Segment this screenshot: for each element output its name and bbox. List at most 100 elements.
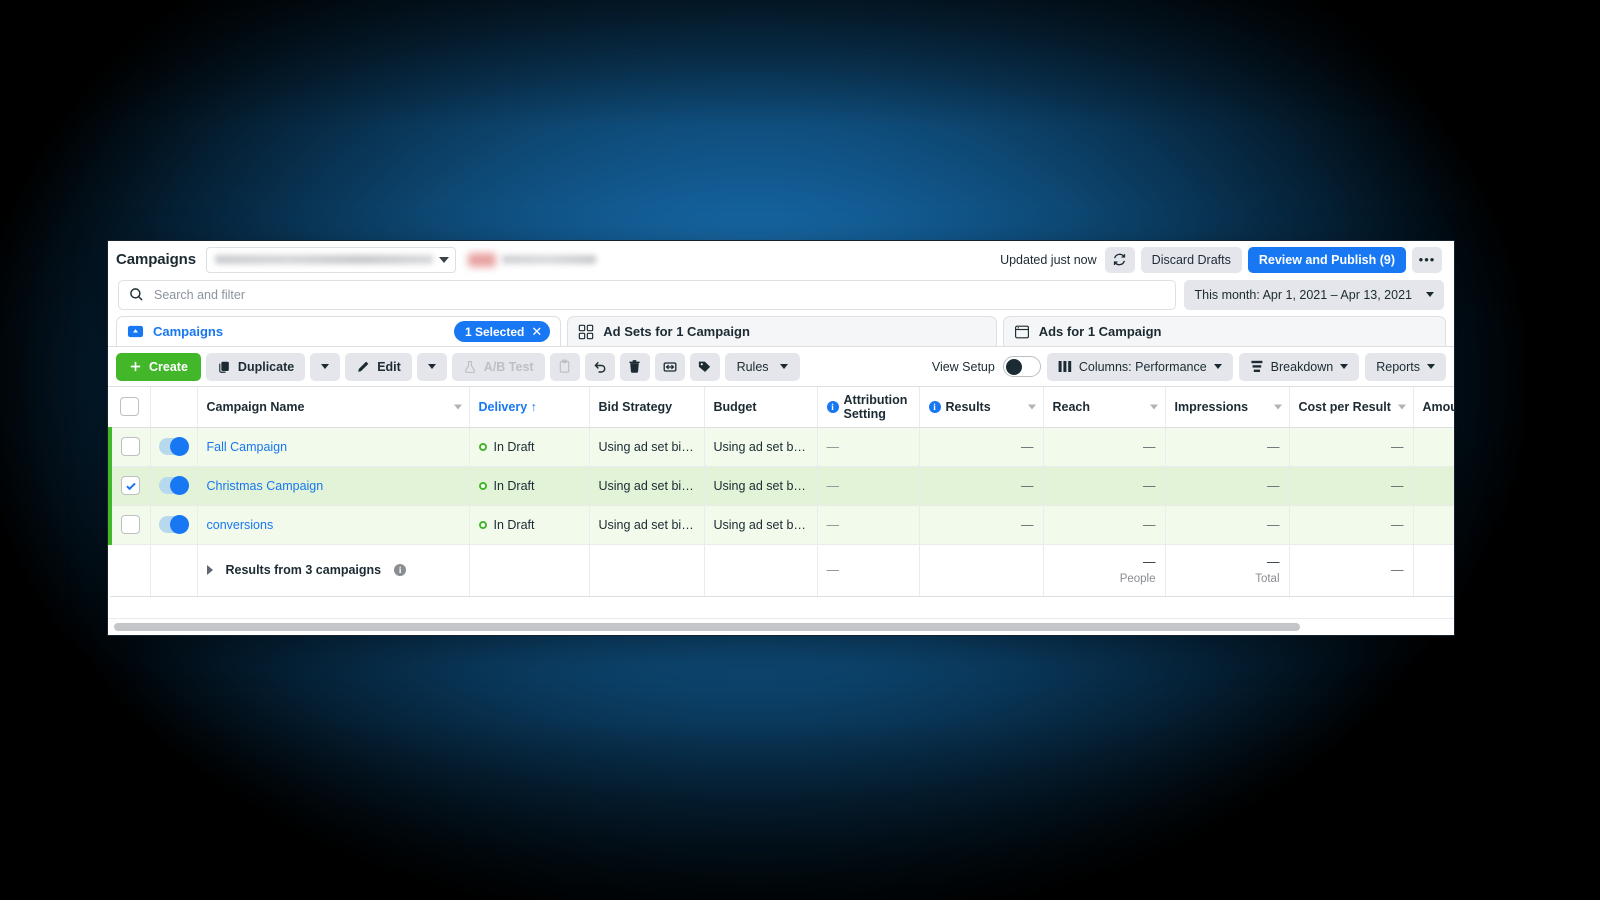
chevron-right-icon[interactable] [206,565,213,575]
delivery-label: In Draft [493,478,535,493]
edit-button[interactable]: Edit [345,352,412,381]
table-row[interactable]: Christmas Campaign In Draft Using ad set… [108,466,1454,506]
cell-campaign-name[interactable]: Christmas Campaign [197,466,470,506]
tab-campaigns[interactable]: Campaigns 1 Selected ✕ [116,316,562,346]
header-amount-spent[interactable]: Amoun [1413,387,1454,428]
date-range-picker[interactable]: This month: Apr 1, 2021 – Apr 13, 2021 [1184,279,1444,310]
row-select-cell[interactable] [108,466,151,506]
search-input[interactable]: Search and filter [118,279,1177,310]
undo-button[interactable] [584,352,615,381]
reports-button[interactable]: Reports [1365,352,1446,381]
campaign-on-off-toggle[interactable] [158,476,189,495]
summary-amount-spent [1413,544,1454,597]
campaign-on-off-toggle[interactable] [158,437,189,456]
chevron-down-icon[interactable] [453,404,462,410]
summary-reach: — People [1043,544,1166,597]
review-and-publish-button[interactable]: Review and Publish (9) [1247,246,1406,273]
account-summary-redacted[interactable] [467,250,596,270]
campaign-name-link[interactable]: Christmas Campaign [207,479,324,493]
header-attribution-setting-label: Attribution Setting [843,392,908,421]
chevron-down-icon [779,364,788,369]
cell-reach: — [1043,427,1166,467]
campaigns-table: Campaign Name Delivery ↑ Bid Strategy Bu… [108,387,1454,597]
header-campaign-name[interactable]: Campaign Name [197,387,470,428]
tab-ads[interactable]: Ads for 1 Campaign [1002,316,1446,346]
row-status-toggle-cell[interactable] [150,505,198,545]
edit-dropdown-button[interactable] [416,352,447,381]
campaign-name-link[interactable]: conversions [207,518,274,532]
header-results-label: Results [945,399,991,414]
toggle-knob [1005,358,1022,375]
info-icon[interactable]: i [826,400,839,413]
cell-bid-strategy: Using ad set bid... [589,505,705,545]
tab-ad-sets[interactable]: Ad Sets for 1 Campaign [567,316,997,346]
columns-button[interactable]: Columns: Performance [1046,352,1233,381]
selection-badge[interactable]: 1 Selected ✕ [453,321,551,342]
summary-delivery-cell [469,544,590,597]
campaign-on-off-toggle[interactable] [158,515,189,534]
discard-drafts-button[interactable]: Discard Drafts [1140,246,1242,273]
duplicate-button[interactable]: Duplicate [205,352,306,381]
row-status-toggle-cell[interactable] [150,427,198,467]
row-select-cell[interactable] [108,505,151,545]
close-icon[interactable]: ✕ [531,324,542,340]
cell-budget: Using ad set bu... [704,466,818,506]
campaigns-table-body: Fall Campaign In Draft Using ad set bid.… [108,427,1454,597]
duplicate-dropdown-button[interactable] [310,352,341,381]
breakdown-icon [1251,360,1263,372]
create-button[interactable]: Create [116,352,201,381]
select-all-checkbox[interactable] [120,397,140,417]
account-label-redacted [501,255,596,264]
header-impressions[interactable]: Impressions [1165,387,1290,428]
header-campaign-name-label: Campaign Name [206,399,305,414]
breakdown-button[interactable]: Breakdown [1238,352,1360,381]
summary-label-cell[interactable]: Results from 3 campaigns i [197,544,470,597]
view-setup-toggle[interactable] [1002,356,1041,377]
row-checkbox[interactable] [121,515,141,534]
row-status-toggle-cell[interactable] [150,466,198,506]
more-options-button[interactable]: ••• [1412,246,1442,273]
delete-button[interactable] [619,352,650,381]
header-bid-strategy[interactable]: Bid Strategy [589,387,705,428]
info-icon[interactable]: i [928,400,941,413]
pencil-icon [358,361,369,372]
duplicate-label: Duplicate [237,359,295,374]
rules-label: Rules [736,359,769,374]
tag-button[interactable] [689,352,720,381]
trash-icon [629,360,640,373]
draft-status-icon [478,520,487,529]
chevron-down-icon[interactable] [1027,404,1036,410]
chevron-down-icon [1340,364,1349,369]
header-cost-per-result-label: Cost per Result [1298,399,1391,414]
account-selector[interactable] [205,246,456,273]
rules-button[interactable]: Rules [724,352,800,381]
select-all-header[interactable] [110,387,151,428]
export-button[interactable] [654,352,685,381]
summary-select-cell [110,544,151,597]
header-budget[interactable]: Budget [704,387,818,428]
avatar [467,252,496,267]
row-select-cell[interactable] [108,427,151,467]
header-attribution-setting[interactable]: i Attribution Setting [817,387,920,428]
scrollbar-thumb[interactable] [114,623,1300,631]
header-reach[interactable]: Reach [1043,387,1166,428]
horizontal-scrollbar[interactable] [108,618,1454,635]
header-impressions-label: Impressions [1174,399,1249,414]
campaign-name-link[interactable]: Fall Campaign [207,440,288,454]
header-cost-per-result[interactable]: Cost per Result [1289,387,1414,428]
chevron-down-icon[interactable] [1273,404,1282,410]
delivery-label: In Draft [493,439,535,454]
chevron-down-icon[interactable] [1149,404,1158,410]
chevron-down-icon[interactable] [1397,404,1406,410]
row-checkbox[interactable] [121,437,141,456]
ads-window-icon [1014,325,1029,338]
table-row[interactable]: conversions In Draft Using ad set bid...… [108,505,1454,545]
header-delivery[interactable]: Delivery ↑ [469,387,590,428]
table-row[interactable]: Fall Campaign In Draft Using ad set bid.… [108,427,1454,467]
cell-campaign-name[interactable]: conversions [197,505,470,545]
header-results[interactable]: i Results [919,387,1044,428]
cell-campaign-name[interactable]: Fall Campaign [197,427,470,467]
info-icon[interactable]: i [394,564,407,576]
refresh-button[interactable] [1104,246,1135,273]
row-checkbox[interactable] [121,476,141,495]
